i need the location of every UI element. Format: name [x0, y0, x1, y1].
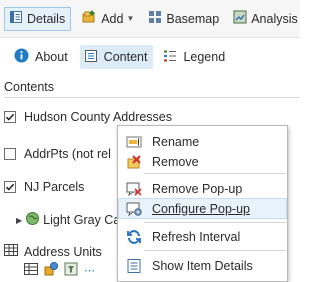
remove-popup-icon [126, 181, 142, 197]
layer-label: NJ Parcels [24, 180, 85, 194]
analysis-button[interactable]: Analysis [229, 7, 302, 31]
map-toolbar: Details Add ▼ Basemap Analysis [0, 0, 300, 38]
legend-icon [163, 49, 177, 66]
configure-popup-icon [126, 201, 142, 217]
menu-item-refresh-interval[interactable]: Refresh Interval [118, 226, 287, 247]
basemap-button[interactable]: Basemap [144, 7, 223, 31]
layer-label: AddrPts (not rel [24, 147, 111, 161]
analysis-icon [233, 10, 247, 27]
layer-label: Hudson County Addresses [24, 110, 173, 124]
add-button[interactable]: Add ▼ [77, 7, 138, 31]
change-style-icon[interactable] [44, 262, 58, 279]
menu-divider [144, 173, 286, 174]
filter-icon[interactable] [64, 262, 78, 279]
panel-tabs: About Content Legend [10, 44, 237, 70]
layer-visibility-checkbox[interactable] [4, 181, 16, 193]
layer-label: Light Gray Ca [43, 213, 121, 227]
more-options-icon[interactable]: ⋯ [84, 264, 95, 277]
table-icon [4, 244, 18, 259]
menu-divider [144, 222, 286, 223]
show-table-icon[interactable] [24, 263, 38, 278]
content-icon [84, 49, 98, 66]
layer-visibility-checkbox[interactable] [4, 148, 16, 160]
contents-heading: Contents [4, 78, 300, 98]
layer-context-menu: Rename Remove Remove Pop-up Configure Po… [117, 125, 288, 282]
refresh-icon [126, 229, 142, 245]
basemap-label: Basemap [166, 11, 220, 26]
item-details-icon [126, 258, 142, 274]
layer-item[interactable]: ▶ Light Gray Ca [16, 212, 123, 228]
rename-icon [126, 134, 142, 150]
menu-item-label: Refresh Interval [152, 229, 241, 244]
basemap-grid-icon [148, 10, 162, 27]
expand-triangle-icon[interactable]: ▶ [16, 216, 22, 225]
analysis-label: Analysis [251, 11, 298, 26]
checkmark-icon [5, 113, 15, 121]
tab-legend[interactable]: Legend [159, 45, 231, 69]
checkmark-icon [5, 183, 15, 191]
menu-item-rename[interactable]: Rename [118, 131, 287, 152]
tab-content[interactable]: Content [79, 45, 154, 69]
details-icon [9, 10, 23, 27]
menu-item-label: Remove [152, 154, 199, 169]
menu-item-label: Configure Pop-up [152, 201, 250, 216]
layer-item[interactable]: AddrPts (not rel [4, 147, 126, 161]
layer-actions: ⋯ [24, 262, 95, 279]
menu-item-show-item-details[interactable]: Show Item Details [118, 255, 287, 276]
layer-item[interactable]: NJ Parcels [4, 180, 84, 194]
menu-item-label: Rename [152, 134, 200, 149]
add-icon [81, 10, 97, 27]
menu-item-label: Show Item Details [152, 258, 253, 273]
tab-legend-label: Legend [183, 50, 226, 64]
menu-item-configure-popup[interactable]: Configure Pop-up [118, 198, 287, 219]
details-button[interactable]: Details [4, 6, 72, 31]
info-icon [14, 48, 29, 66]
menu-item-remove[interactable]: Remove [118, 151, 287, 172]
tab-about-label: About [35, 50, 68, 64]
tab-content-label: Content [103, 50, 148, 64]
layer-label: Address Units [24, 244, 102, 259]
globe-icon [26, 212, 40, 228]
layer-item[interactable]: Address Units [4, 244, 102, 259]
menu-item-label: Remove Pop-up [152, 181, 243, 196]
layer-visibility-checkbox[interactable] [4, 111, 16, 123]
layer-item[interactable]: Hudson County Addresses [4, 110, 172, 124]
menu-item-remove-popup[interactable]: Remove Pop-up [118, 178, 287, 199]
add-label: Add [101, 11, 124, 26]
remove-icon [126, 154, 142, 170]
tab-about[interactable]: About [10, 45, 74, 69]
details-label: Details [27, 11, 66, 26]
chevron-down-icon: ▼ [126, 14, 135, 23]
menu-divider [144, 250, 286, 251]
